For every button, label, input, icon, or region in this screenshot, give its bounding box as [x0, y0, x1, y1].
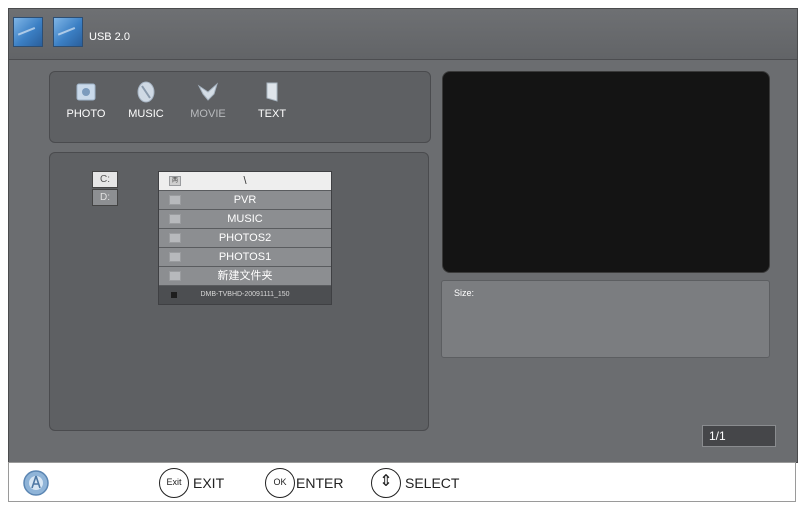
music-icon	[137, 81, 155, 103]
text-icon	[266, 82, 278, 102]
file-info-panel: Size:	[441, 280, 770, 358]
brand-logo-icon	[23, 470, 49, 496]
media-type-photo[interactable]: PHOTO	[58, 80, 114, 120]
top-bar: USB 2.0	[9, 9, 797, 60]
exit-hint-label: EXIT	[193, 475, 225, 491]
file-row-folder[interactable]: PHOTOS1	[159, 248, 331, 267]
media-type-music[interactable]: MUSIC	[118, 80, 174, 120]
folder-icon	[169, 195, 181, 205]
exit-key-icon[interactable]: Exit	[159, 468, 189, 498]
photo-icon	[76, 83, 96, 101]
select-hint-label: SELECT	[405, 475, 460, 491]
page-indicator: 1/1	[702, 425, 776, 447]
file-row-file[interactable]: DMB-TVBHD-20091111_150	[159, 286, 331, 304]
file-browser-panel: C: D: 两 \ PVR MUSIC PHOTOS2 PHOTOS1 新建文件…	[49, 152, 429, 431]
folder-icon	[169, 214, 181, 224]
file-row-folder[interactable]: MUSIC	[159, 210, 331, 229]
file-row-folder[interactable]: 新建文件夹	[159, 267, 331, 286]
usb-disk-icon[interactable]	[13, 17, 43, 47]
file-list: 两 \ PVR MUSIC PHOTOS2 PHOTOS1 新建文件夹 DMB-…	[158, 171, 332, 305]
movie-icon	[197, 82, 218, 101]
ok-key-icon[interactable]: OK	[265, 468, 295, 498]
media-type-movie[interactable]: MOVIE	[180, 80, 236, 120]
size-label: Size:	[454, 288, 475, 298]
file-row-folder[interactable]: PHOTOS2	[159, 229, 331, 248]
select-arrows-icon[interactable]: ⇕	[371, 468, 401, 498]
file-row-parent[interactable]: 两 \	[159, 172, 331, 191]
media-type-panel: PHOTO MUSIC MOVIE TEXT	[49, 71, 431, 143]
media-type-text[interactable]: TEXT	[244, 80, 300, 120]
usb-disk-icon[interactable]	[53, 17, 83, 47]
file-row-folder[interactable]: PVR	[159, 191, 331, 210]
media-browser-screen: USB 2.0 PHOTO MUSIC MOVIE TEXT C: D: 两 \…	[8, 8, 798, 463]
folder-icon	[169, 233, 181, 243]
drive-c-button[interactable]: C:	[92, 171, 118, 188]
enter-hint-label: ENTER	[296, 475, 344, 491]
drive-d-button[interactable]: D:	[92, 189, 118, 206]
parent-folder-icon: 两	[169, 176, 181, 186]
bottom-hint-bar: Exit EXIT OK ENTER ⇕ SELECT	[8, 462, 796, 502]
file-icon	[171, 292, 177, 298]
usb-source-label: USB 2.0	[89, 31, 130, 43]
folder-icon	[169, 252, 181, 262]
folder-icon	[169, 271, 181, 281]
preview-pane	[442, 71, 770, 273]
